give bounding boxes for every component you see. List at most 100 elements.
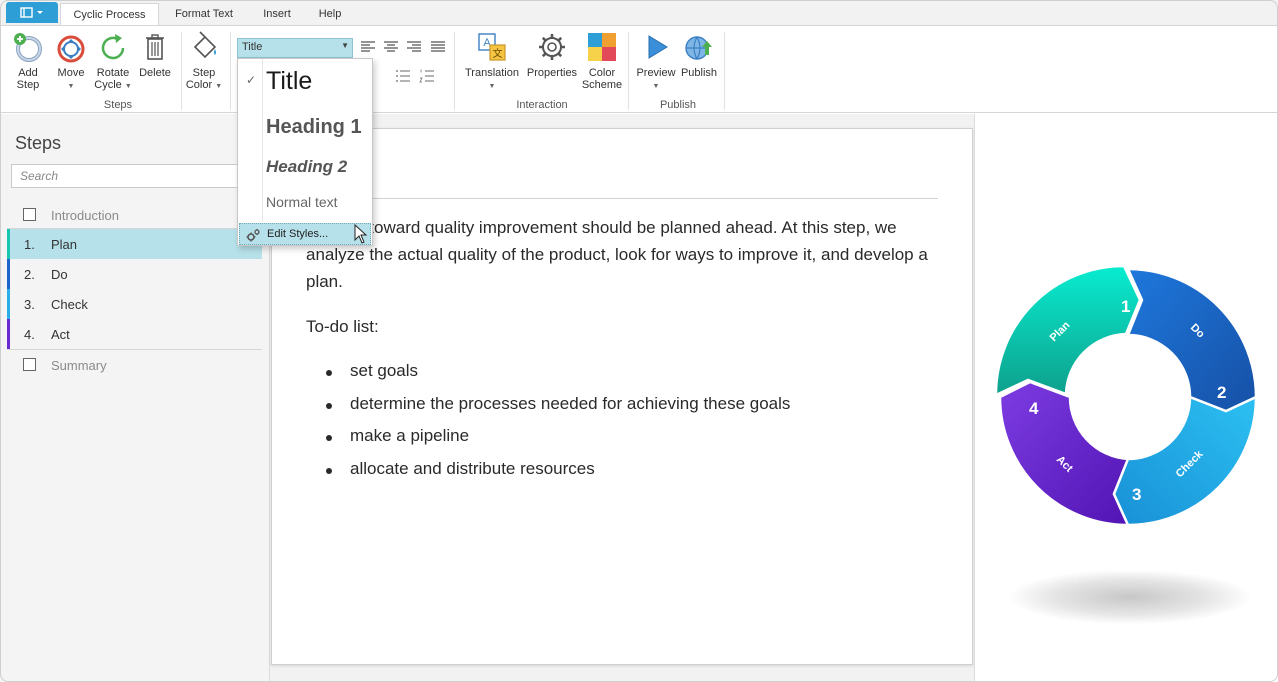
- delete-label: Delete: [139, 67, 171, 79]
- app-menu-icon: [20, 6, 43, 18]
- step-color-bar: [7, 319, 10, 349]
- step-name: Act: [51, 327, 70, 342]
- text-style-dropdown: ✓ Title Heading 1 Heading 2 Normal text …: [237, 58, 373, 246]
- move-label: Move: [57, 67, 85, 79]
- translation-button[interactable]: A 文 Translation ▼: [462, 31, 522, 101]
- cycle-segment-act[interactable]: [998, 380, 1130, 527]
- properties-button[interactable]: Properties: [524, 31, 580, 101]
- cycle-number-1: 1: [1121, 297, 1130, 316]
- move-button[interactable]: Move ▼: [49, 31, 93, 101]
- delete-button[interactable]: Delete: [133, 31, 177, 101]
- step-introduction[interactable]: Introduction: [7, 200, 262, 230]
- properties-label: Properties: [526, 67, 578, 79]
- translation-label: Translation: [464, 67, 519, 79]
- cycle-number-3: 3: [1132, 485, 1141, 504]
- numbered-list-icon[interactable]: [419, 69, 435, 83]
- rotate-cycle-button[interactable]: Rotate Cycle ▼: [91, 31, 135, 101]
- checkbox[interactable]: [23, 208, 36, 221]
- rotate-cycle-icon: [101, 34, 125, 60]
- todo-heading[interactable]: To-do list:: [306, 317, 379, 337]
- title-underline: [306, 198, 938, 199]
- style-option-title[interactable]: Title: [266, 67, 312, 96]
- style-option-normal-text[interactable]: Normal text: [266, 194, 338, 210]
- tab-insert[interactable]: Insert: [252, 3, 302, 25]
- steps-pane-title: Steps: [15, 133, 62, 153]
- ribbon-separator: [628, 32, 629, 110]
- step-summary[interactable]: Summary: [7, 350, 262, 380]
- dropdown-separator: [262, 59, 263, 221]
- preview-caret-icon: ▼: [652, 83, 660, 90]
- app-menu-button[interactable]: [6, 2, 58, 23]
- add-step-button[interactable]: Add Step: [6, 31, 50, 101]
- globe-upload-icon: [685, 36, 712, 60]
- align-right-icon[interactable]: [406, 40, 422, 54]
- tab-help[interactable]: Help: [308, 3, 352, 25]
- mouse-cursor-icon: [354, 224, 368, 244]
- publish-group-label: Publish: [659, 99, 697, 111]
- list-item[interactable]: allocate and distribute resources: [306, 459, 790, 492]
- ribbon-separator: [724, 32, 725, 110]
- ribbon-separator: [454, 32, 455, 110]
- translation-caret-icon: ▼: [488, 83, 496, 90]
- step-description[interactable]: ...ctions toward quality improvement sho…: [306, 214, 942, 295]
- step-number: 3.: [24, 297, 35, 312]
- align-center-icon[interactable]: [383, 40, 399, 54]
- step-color-bar: [7, 289, 10, 319]
- publish-button[interactable]: Publish: [677, 31, 721, 101]
- step-item-check[interactable]: 3. Check: [7, 289, 262, 319]
- cycle-segment-do[interactable]: [1126, 267, 1258, 413]
- edit-styles-button[interactable]: Edit Styles...: [239, 223, 371, 245]
- add-step-icon: [14, 33, 42, 62]
- cycle-number-4: 4: [1029, 399, 1039, 418]
- bulleted-list-icon[interactable]: [395, 69, 411, 83]
- step-number: 2.: [24, 267, 35, 282]
- color-scheme-label: Color Scheme: [581, 67, 623, 91]
- translation-icon: A 文: [478, 33, 506, 61]
- step-item-act[interactable]: 4. Act: [7, 319, 262, 349]
- checkbox[interactable]: [23, 358, 36, 371]
- chevron-down-icon: ▼: [341, 41, 349, 50]
- list-item[interactable]: make a pipeline: [306, 426, 790, 459]
- step-number: 1.: [24, 237, 35, 252]
- step-color-label: Step Color ▼: [185, 67, 223, 91]
- color-scheme-icon: [588, 33, 616, 61]
- align-left-icon[interactable]: [360, 40, 376, 54]
- ribbon: Add Step Move ▼ Rotate Cycle ▼ Delete Step…: [0, 25, 1278, 113]
- step-name: Check: [51, 297, 88, 312]
- list-item[interactable]: determine the processes needed for achie…: [306, 394, 790, 427]
- tab-cyclic-process[interactable]: Cyclic Process: [60, 3, 159, 25]
- step-number: 4.: [24, 327, 35, 342]
- text-style-select[interactable]: Title ▼: [237, 38, 353, 58]
- todo-list[interactable]: set goals determine the processes needed…: [306, 361, 790, 491]
- style-option-heading-2[interactable]: Heading 2: [266, 157, 347, 177]
- move-icon: [57, 35, 85, 63]
- paint-bucket-icon: [193, 31, 217, 59]
- text-style-value: Title: [242, 41, 263, 53]
- check-icon: ✓: [246, 73, 257, 87]
- step-item-plan[interactable]: 1. Plan: [7, 229, 262, 259]
- color-scheme-button[interactable]: Color Scheme: [580, 31, 624, 101]
- preview-button[interactable]: Preview ▼: [634, 31, 678, 101]
- svg-text:文: 文: [493, 47, 503, 60]
- align-justify-icon[interactable]: [430, 40, 446, 54]
- tab-format-text[interactable]: Format Text: [163, 3, 245, 25]
- cycle-diagram[interactable]: 1 2 3 4 Plan Do Check Act: [994, 262, 1264, 532]
- gear-icon: [539, 34, 565, 60]
- step-name: Introduction: [51, 208, 119, 223]
- search-input[interactable]: Search: [11, 164, 263, 188]
- rotate-cycle-label: Rotate Cycle ▼: [94, 67, 132, 91]
- preview-label: Preview: [636, 67, 676, 79]
- step-name: Summary: [51, 358, 107, 373]
- step-name: Do: [51, 267, 68, 282]
- list-item[interactable]: set goals: [306, 361, 790, 394]
- gears-icon: [246, 229, 260, 242]
- cycle-shadow: [1010, 570, 1250, 624]
- move-caret-icon: ▼: [67, 83, 75, 90]
- document-page[interactable]: ...ctions toward quality improvement sho…: [271, 128, 973, 665]
- step-color-button[interactable]: Step Color ▼: [182, 31, 226, 101]
- ribbon-separator: [230, 32, 231, 110]
- step-color-bar: [7, 259, 10, 289]
- step-item-do[interactable]: 2. Do: [7, 259, 262, 289]
- style-option-heading-1[interactable]: Heading 1: [266, 116, 362, 139]
- publish-label: Publish: [680, 67, 718, 79]
